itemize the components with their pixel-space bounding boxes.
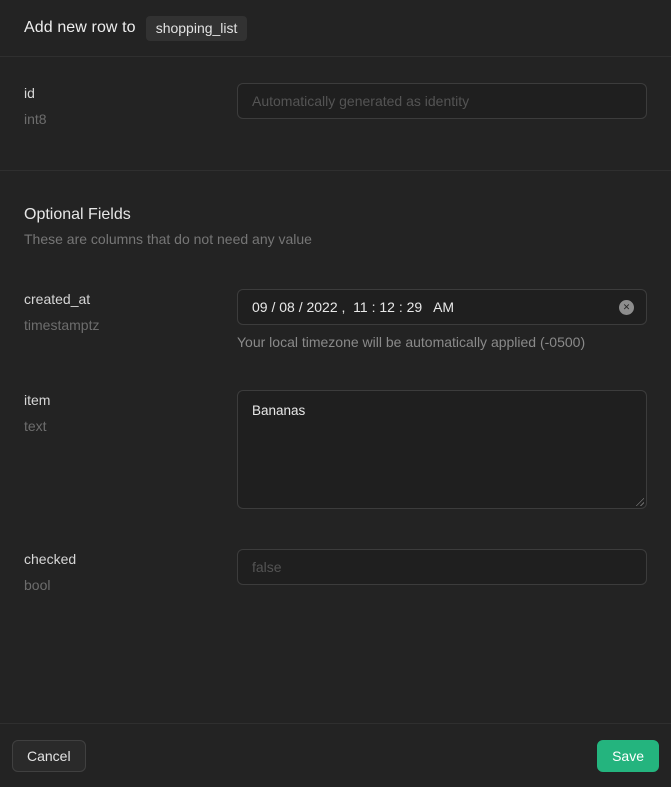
field-name-label: item bbox=[24, 392, 237, 408]
created-at-datetime-input[interactable] bbox=[237, 289, 647, 325]
panel-header: Add new row to shopping_list bbox=[0, 0, 671, 57]
table-name-badge: shopping_list bbox=[146, 16, 248, 41]
required-fields-section: id int8 bbox=[0, 57, 671, 171]
field-labels-checked: checked bool bbox=[24, 549, 237, 593]
field-control-created-at: ✕ Your local timezone will be automatica… bbox=[237, 289, 647, 350]
panel-footer: Cancel Save bbox=[0, 723, 671, 787]
optional-fields-section: Optional Fields These are columns that d… bbox=[0, 171, 671, 723]
field-type-label: timestamptz bbox=[24, 317, 237, 333]
cancel-button[interactable]: Cancel bbox=[12, 740, 86, 772]
field-name-label: created_at bbox=[24, 291, 237, 307]
field-control-checked bbox=[237, 549, 647, 585]
insert-row-panel: Add new row to shopping_list id int8 Opt… bbox=[0, 0, 671, 787]
id-input[interactable] bbox=[237, 83, 647, 119]
field-type-label: bool bbox=[24, 577, 237, 593]
field-row-created-at: created_at timestamptz ✕ Your local time… bbox=[24, 289, 647, 350]
save-button[interactable]: Save bbox=[597, 740, 659, 772]
field-row-item: item text Bananas bbox=[24, 390, 647, 509]
field-name-label: id bbox=[24, 85, 237, 101]
optional-fields-title: Optional Fields bbox=[24, 206, 647, 224]
field-labels-id: id int8 bbox=[24, 83, 237, 127]
optional-fields-subtitle: These are columns that do not need any v… bbox=[24, 231, 647, 247]
timezone-helper-text: Your local timezone will be automaticall… bbox=[237, 334, 647, 350]
field-row-checked: checked bool bbox=[24, 549, 647, 593]
field-control-item: Bananas bbox=[237, 390, 647, 509]
panel-title: Add new row to bbox=[24, 19, 136, 37]
field-name-label: checked bbox=[24, 551, 237, 567]
field-type-label: text bbox=[24, 418, 237, 434]
field-type-label: int8 bbox=[24, 111, 237, 127]
field-labels-created-at: created_at timestamptz bbox=[24, 289, 237, 333]
field-labels-item: item text bbox=[24, 390, 237, 434]
field-row-id: id int8 bbox=[24, 83, 647, 127]
item-textarea[interactable]: Bananas bbox=[237, 390, 647, 509]
checked-input[interactable] bbox=[237, 549, 647, 585]
field-control-id bbox=[237, 83, 647, 119]
circle-x-icon[interactable]: ✕ bbox=[619, 300, 634, 315]
